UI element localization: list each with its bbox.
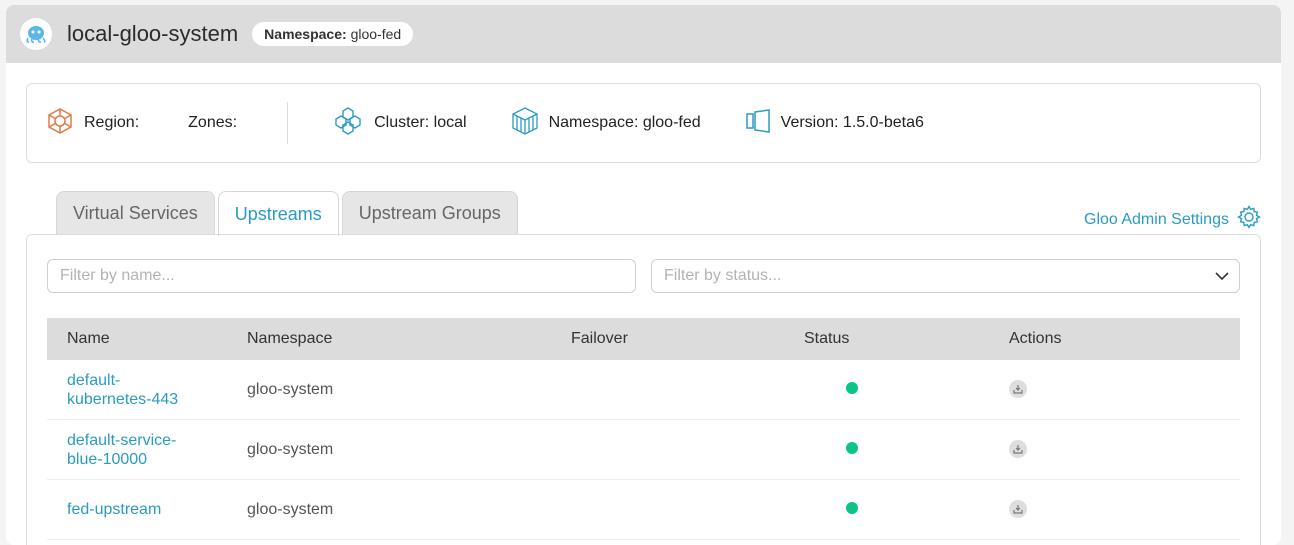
col-header-name[interactable]: Name — [47, 330, 247, 348]
gloo-admin-settings-link[interactable]: Gloo Admin Settings — [1084, 205, 1261, 234]
status-healthy-icon — [846, 501, 858, 514]
actions-cell — [1009, 440, 1027, 459]
status-cell — [778, 381, 1009, 399]
filter-status-placeholder: Filter by status... — [664, 267, 782, 284]
tab-bar: Virtual Services Upstreams Upstream Grou… — [56, 191, 518, 236]
upstream-name-link[interactable]: default- kubernetes-443 — [47, 371, 247, 409]
tab-upstreams[interactable]: Upstreams — [217, 191, 339, 236]
col-header-status[interactable]: Status — [778, 330, 1009, 348]
col-header-namespace[interactable]: Namespace — [247, 330, 497, 348]
upstream-name-line1: default- — [67, 371, 121, 389]
version-info: Version: 1.5.0-beta6 — [745, 108, 924, 139]
upstream-name-line1: default-service- — [67, 431, 177, 449]
filter-name-input[interactable] — [47, 259, 636, 293]
upstream-name-link[interactable]: fed-upstream — [47, 500, 247, 519]
table-row: default-service- blue-10000 gloo-system — [47, 420, 1240, 480]
col-header-actions: Actions — [1009, 330, 1062, 347]
namespace-label: Namespace: gloo-fed — [548, 114, 701, 131]
status-healthy-icon — [846, 381, 858, 394]
upstreams-table: Name Namespace Failover Status Actions d… — [47, 318, 1240, 540]
version-label: Version: 1.5.0-beta6 — [780, 114, 924, 131]
gear-icon — [1236, 205, 1261, 234]
upstream-namespace: gloo-system — [247, 500, 334, 518]
namespace-badge-label: Namespace: — [264, 26, 347, 42]
download-icon[interactable] — [1009, 380, 1027, 398]
namespace-info: Namespace: gloo-fed — [511, 106, 701, 141]
upstream-namespace: gloo-system — [247, 380, 334, 398]
namespace-badge: Namespace: gloo-fed — [252, 22, 414, 46]
table-header: Name Namespace Failover Status Actions — [47, 318, 1240, 360]
table-row: default- kubernetes-443 gloo-system — [47, 360, 1240, 420]
status-cell — [778, 501, 1009, 519]
cluster-label: Cluster: local — [374, 114, 467, 131]
upstream-namespace: gloo-system — [247, 440, 334, 458]
zones-label: Zones: — [188, 114, 238, 131]
cluster-info-box: Region: Zones: Cluster: local Namespace:… — [26, 83, 1261, 163]
region-info: Region: — [46, 107, 139, 140]
upstream-name-line2: kubernetes-443 — [67, 390, 179, 408]
tab-virtual-services[interactable]: Virtual Services — [56, 191, 215, 235]
version-icon — [745, 108, 771, 139]
upstream-name-link[interactable]: default-service- blue-10000 — [47, 431, 247, 469]
upstream-name-line1: fed-upstream — [67, 501, 162, 518]
settings-link-label: Gloo Admin Settings — [1084, 210, 1229, 228]
region-label: Region: — [84, 114, 140, 131]
col-header-failover: Failover — [571, 330, 628, 347]
actions-cell — [1009, 380, 1027, 399]
actions-cell — [1009, 500, 1027, 519]
table-row: fed-upstream gloo-system — [47, 480, 1240, 540]
main-card: local-gloo-system Namespace: gloo-fed Re… — [6, 5, 1281, 545]
cluster-info: Cluster: local — [332, 106, 467, 141]
region-icon — [46, 107, 74, 140]
status-cell — [778, 441, 1009, 459]
info-divider — [287, 102, 289, 144]
zones-info: Zones: — [188, 114, 237, 132]
namespace-badge-value: gloo-fed — [350, 26, 402, 42]
tab-upstream-groups[interactable]: Upstream Groups — [341, 191, 518, 235]
download-icon[interactable] — [1009, 440, 1027, 458]
upstream-name-line2: blue-10000 — [67, 450, 148, 468]
cluster-icon — [332, 106, 364, 141]
download-icon[interactable] — [1009, 500, 1027, 518]
page-header: local-gloo-system Namespace: gloo-fed — [6, 5, 1281, 63]
chevron-down-icon — [1215, 269, 1229, 288]
page-title: local-gloo-system — [67, 21, 239, 46]
upstreams-panel: Filter by status... Name Namespace Failo… — [26, 234, 1261, 545]
gloo-logo-icon — [20, 18, 52, 50]
status-healthy-icon — [846, 441, 858, 454]
namespace-cube-icon — [511, 106, 539, 141]
filter-status-select[interactable]: Filter by status... — [651, 259, 1240, 293]
